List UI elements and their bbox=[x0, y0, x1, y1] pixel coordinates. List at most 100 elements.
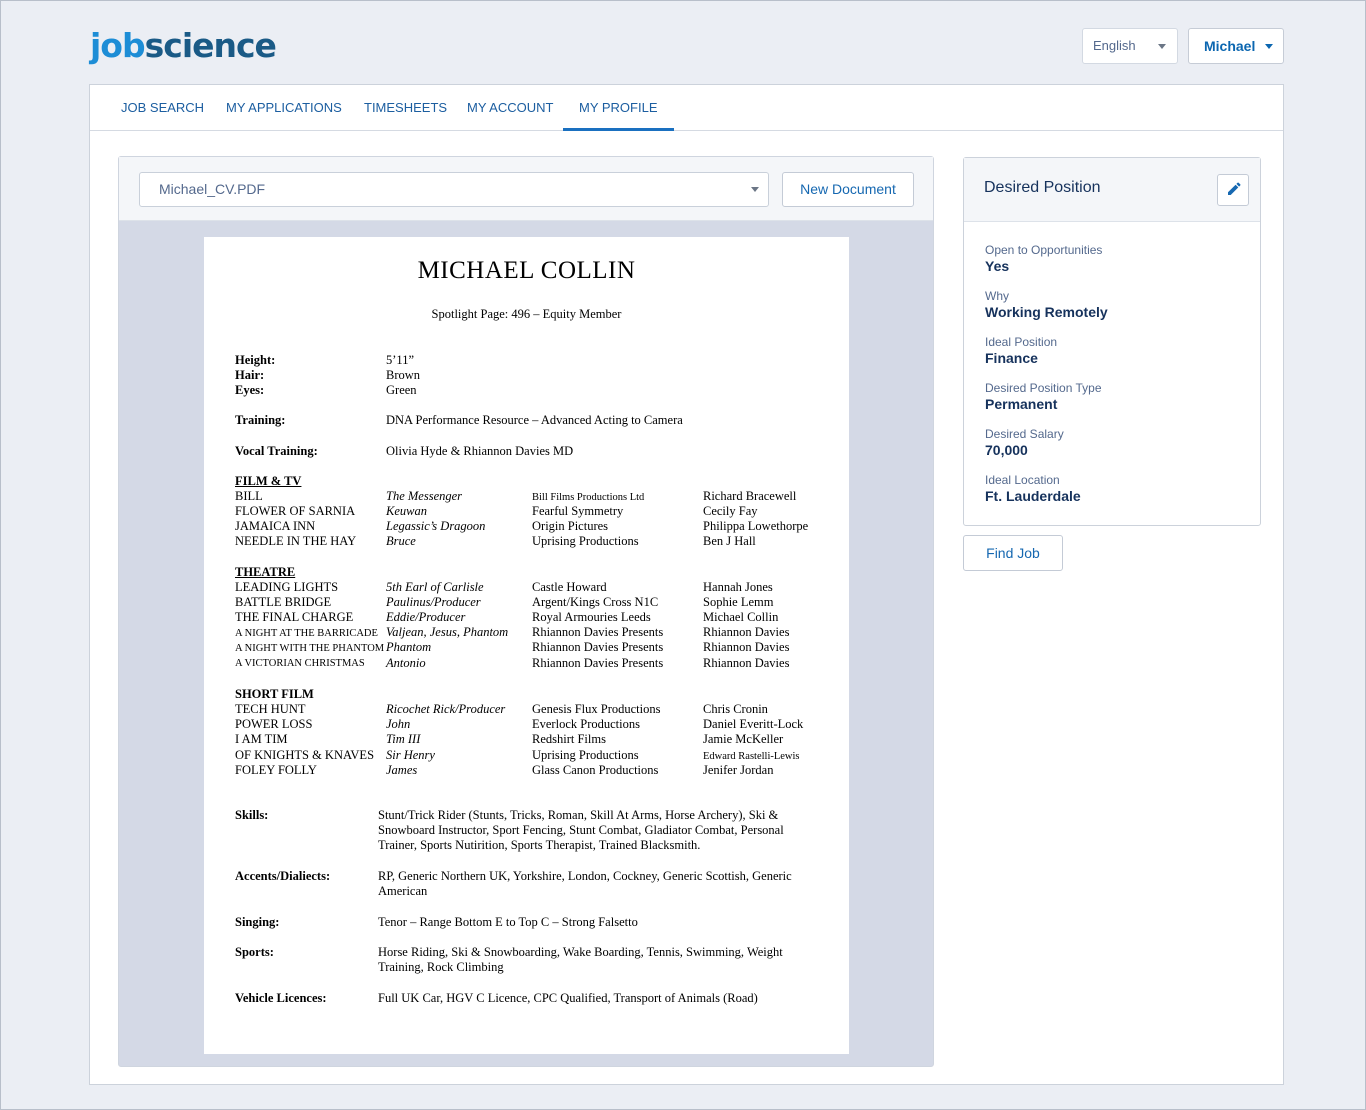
cv-vehicle-value: Full UK Car, HGV C Licence, CPC Qualifie… bbox=[378, 991, 758, 1005]
cv-credit-title: A NIGHT WITH THE PHANTOM bbox=[235, 643, 385, 654]
tab-my-account[interactable]: My Account bbox=[451, 85, 569, 131]
language-select[interactable]: English bbox=[1082, 28, 1178, 64]
cv-stat-value: Green bbox=[386, 383, 417, 397]
cv-credit-director: Chris Cronin bbox=[703, 702, 768, 716]
cv-accents-label: Accents/Dialiects: bbox=[235, 869, 331, 883]
cv-credit-title: A VICTORIAN CHRISTMAS bbox=[235, 658, 365, 669]
cv-skills-label: Skills: bbox=[235, 808, 269, 822]
cv-credit-company: Everlock Productions bbox=[532, 717, 640, 731]
cv-credit-role: John bbox=[386, 717, 411, 731]
cv-credit-role: Bruce bbox=[386, 534, 416, 548]
document-viewer: Michael_CV.PDF New Document MICHAEL COLL… bbox=[118, 156, 934, 1067]
cv-section-heading: THEATRE bbox=[235, 565, 296, 579]
cv-section-heading: FILM & TV bbox=[235, 474, 302, 488]
cv-credit-role: Keuwan bbox=[386, 504, 427, 518]
desired-position-title: Desired Position bbox=[984, 179, 1101, 196]
field-label: Open to Opportunities bbox=[985, 243, 1103, 257]
cv-credit-director: Michael Collin bbox=[703, 610, 779, 624]
desired-position-header: Desired Position bbox=[964, 158, 1260, 222]
cv-credit-title: LEADING LIGHTS bbox=[235, 580, 339, 594]
cv-credit-title: A NIGHT AT THE BARRICADE bbox=[235, 628, 378, 639]
field-value: Permanent bbox=[985, 396, 1058, 412]
cv-credit-role: The Messenger bbox=[386, 489, 463, 503]
cv-stat-value: 5’11” bbox=[386, 353, 414, 367]
cv-vocal-label: Vocal Training: bbox=[235, 444, 318, 458]
cv-credit-director: Hannah Jones bbox=[703, 580, 773, 594]
tab-timesheets[interactable]: Timesheets bbox=[348, 85, 463, 131]
cv-credit-director: Edward Rastelli-Lewis bbox=[703, 751, 800, 762]
cv-credit-company: Uprising Productions bbox=[532, 748, 639, 762]
cv-subtitle: Spotlight Page: 496 – Equity Member bbox=[431, 307, 622, 321]
cv-credit-director: Cecily Fay bbox=[703, 504, 758, 518]
document-toolbar: Michael_CV.PDF New Document bbox=[119, 157, 933, 221]
cv-training-value: DNA Performance Resource – Advanced Acti… bbox=[386, 413, 683, 427]
cv-credit-company: Glass Canon Productions bbox=[532, 763, 659, 777]
language-value: English bbox=[1093, 38, 1136, 53]
cv-credit-director: Rhiannon Davies bbox=[703, 640, 790, 654]
cv-credit-company: Redshirt Films bbox=[532, 732, 606, 746]
find-job-button[interactable]: Find Job bbox=[963, 535, 1063, 571]
cv-credit-director: Ben J Hall bbox=[703, 534, 756, 548]
cv-credit-title: I AM TIM bbox=[235, 732, 288, 746]
cv-credit-director: Sophie Lemm bbox=[703, 595, 774, 609]
cv-credit-title: FLOWER OF SARNIA bbox=[235, 504, 356, 518]
field-value: Finance bbox=[985, 350, 1038, 366]
edit-button[interactable] bbox=[1217, 174, 1249, 206]
cv-credit-company: Fearful Symmetry bbox=[532, 504, 624, 518]
field-value: 70,000 bbox=[985, 442, 1028, 458]
cv-stat-value: Brown bbox=[386, 368, 421, 382]
cv-credit-director: Richard Bracewell bbox=[703, 489, 797, 503]
cv-credit-role: James bbox=[386, 763, 418, 777]
jobscience-logo[interactable]: jobscience bbox=[90, 25, 277, 67]
cv-credit-company: Genesis Flux Productions bbox=[532, 702, 661, 716]
cv-credit-director: Philippa Lowethorpe bbox=[703, 519, 809, 533]
cv-credit-company: Rhiannon Davies Presents bbox=[532, 656, 664, 670]
chevron-down-icon bbox=[1158, 44, 1166, 49]
cv-credit-title: FOLEY FOLLY bbox=[235, 763, 317, 777]
cv-singing-value: Tenor – Range Bottom E to Top C – Strong… bbox=[378, 915, 638, 929]
cv-page: MICHAEL COLLIN Spotlight Page: 496 – Equ… bbox=[204, 237, 849, 1054]
cv-sports-value: Horse Riding, Ski & Snowboarding, Wake B… bbox=[378, 945, 783, 975]
field-label: Desired Position Type bbox=[985, 381, 1102, 395]
cv-credit-company: Uprising Productions bbox=[532, 534, 639, 548]
chevron-down-icon bbox=[1265, 44, 1273, 49]
cv-credit-role: Legassic’s Dragoon bbox=[386, 519, 486, 533]
cv-credit-role: 5th Earl of Carlisle bbox=[386, 580, 484, 594]
desired-position-card: Desired Position Open to Opportunities Y… bbox=[963, 157, 1261, 526]
cv-singing-label: Singing: bbox=[235, 915, 280, 929]
tab-job-search[interactable]: Job Search bbox=[105, 85, 220, 131]
cv-credit-role: Antonio bbox=[386, 656, 426, 670]
cv-credit-title: NEEDLE IN THE HAY bbox=[235, 534, 357, 548]
user-menu[interactable]: Michael bbox=[1188, 28, 1284, 64]
cv-credit-title: POWER LOSS bbox=[235, 717, 313, 731]
cv-credit-title: JAMAICA INN bbox=[235, 519, 316, 533]
logo-part-job: job bbox=[90, 26, 146, 65]
cv-credit-director: Daniel Everitt-Lock bbox=[703, 717, 804, 731]
field-value: Yes bbox=[985, 258, 1010, 274]
cv-credit-company: Bill Films Productions Ltd bbox=[532, 492, 645, 503]
cv-skills-value: Stunt/Trick Rider (Stunts, Tricks, Roman… bbox=[378, 808, 784, 853]
field-label: Why bbox=[985, 289, 1009, 303]
tab-my-applications[interactable]: My Applications bbox=[210, 85, 358, 131]
cv-credit-title: BILL bbox=[235, 489, 263, 503]
cv-credit-company: Rhiannon Davies Presents bbox=[532, 640, 664, 654]
cv-credit-title: BATTLE BRIDGE bbox=[235, 595, 332, 609]
document-select-value: Michael_CV.PDF bbox=[159, 181, 266, 197]
cv-section-heading: SHORT FILM bbox=[235, 687, 314, 701]
tab-my-profile[interactable]: My Profile bbox=[563, 85, 674, 131]
cv-stat-label: Eyes: bbox=[235, 383, 265, 397]
logo-part-science: science bbox=[144, 26, 277, 65]
new-document-button[interactable]: New Document bbox=[782, 172, 914, 207]
app-frame: jobscience English Michael Job Search My… bbox=[0, 0, 1366, 1110]
cv-credit-director: Jenifer Jordan bbox=[703, 763, 774, 777]
cv-credit-company: Rhiannon Davies Presents bbox=[532, 625, 664, 639]
cv-sports-label: Sports: bbox=[235, 945, 274, 959]
cv-credit-company: Castle Howard bbox=[532, 580, 607, 594]
document-select[interactable]: Michael_CV.PDF bbox=[139, 172, 769, 207]
pencil-icon bbox=[1228, 182, 1241, 195]
chevron-down-icon bbox=[751, 187, 759, 192]
cv-credit-title: OF KNIGHTS & KNAVES bbox=[235, 748, 375, 762]
cv-credit-role: Eddie/Producer bbox=[386, 610, 466, 624]
cv-stat-label: Hair: bbox=[235, 368, 265, 382]
field-value: Working Remotely bbox=[985, 304, 1108, 320]
